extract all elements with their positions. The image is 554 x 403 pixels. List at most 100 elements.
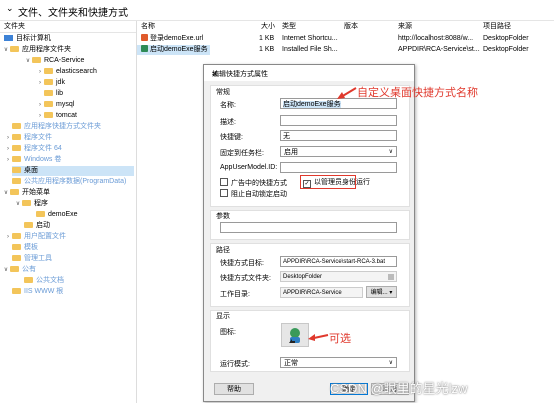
- folder-icon: [12, 178, 21, 184]
- file-name: 启动demoExe服务: [150, 46, 208, 53]
- file-path: DesktopFolder: [483, 35, 529, 42]
- chevron-down-icon[interactable]: ∨: [2, 188, 10, 198]
- params-label: 参数: [216, 213, 230, 220]
- edit-workdir-button[interactable]: 编辑... ▾: [366, 286, 397, 298]
- description-label: 描述:: [220, 119, 236, 126]
- column-header-source[interactable]: 来源: [398, 21, 412, 32]
- column-header-path[interactable]: 项目路径: [483, 21, 511, 32]
- section-header: ⌄ 文件、文件夹和快捷方式: [0, 0, 554, 21]
- workdir-field[interactable]: APPDIR\RCA-Service: [280, 287, 363, 298]
- chevron-down-icon: ▾: [389, 290, 393, 296]
- ad-shortcut-checkbox[interactable]: 广告中的快捷方式: [220, 178, 287, 188]
- folder-icon: [12, 167, 21, 173]
- tree-node-app-shortcut-folder[interactable]: 应用程序快捷方式文件夹: [12, 122, 101, 132]
- dialog-titlebar: 编辑快捷方式属性 ×: [204, 65, 414, 81]
- column-header-name[interactable]: 名称: [141, 21, 155, 32]
- tree-node-lib[interactable]: lib: [44, 89, 63, 99]
- table-row[interactable]: 启动demoExe服务: [137, 45, 210, 55]
- tree-node-program-files[interactable]: › 程序文件: [4, 133, 52, 143]
- computer-icon: [4, 35, 13, 41]
- tree-node-iis-root[interactable]: IIS WWW 根: [12, 287, 63, 297]
- workdir-label: 工作目录:: [220, 291, 250, 298]
- chevron-down-icon[interactable]: ∨: [24, 56, 32, 66]
- general-label: 常规: [216, 89, 230, 96]
- chevron-right-icon[interactable]: ›: [4, 144, 12, 154]
- icon-preview[interactable]: [281, 323, 309, 347]
- tree-node-user-profile[interactable]: › 用户配置文件: [4, 232, 66, 242]
- chevron-right-icon[interactable]: ›: [36, 111, 44, 121]
- tree-node-programdata[interactable]: 公共应用程序数据(ProgramData): [12, 177, 126, 187]
- folder-icon: [12, 156, 21, 162]
- tree-node-templates[interactable]: 模板: [12, 243, 38, 253]
- tree-node-startup[interactable]: 启动: [24, 221, 50, 231]
- annotation-custom-name: 自定义桌面快捷方式名称: [357, 87, 478, 99]
- highlight-box: [300, 175, 356, 189]
- folder-icon: [12, 145, 21, 151]
- chevron-down-icon[interactable]: ⌄: [6, 3, 14, 14]
- file-type: Installed File Sh...: [282, 46, 338, 53]
- tree-node-demoexe[interactable]: demoExe: [36, 210, 78, 220]
- chevron-down-icon[interactable]: ∨: [14, 199, 22, 209]
- tree-node-public-documents[interactable]: 公共文档: [24, 276, 64, 286]
- tree-node-rca-service[interactable]: ∨ RCA-Service: [24, 56, 84, 66]
- folder-icon: [44, 90, 53, 96]
- chevron-right-icon[interactable]: ›: [36, 67, 44, 77]
- tree-node-tomcat[interactable]: › tomcat: [36, 111, 77, 121]
- tree-node-admin-tools[interactable]: 管理工具: [12, 254, 52, 264]
- name-label: 名称:: [220, 102, 236, 109]
- table-row-details: 1 KB Installed File Sh... APPDIR\RCA-Ser…: [214, 45, 554, 55]
- column-header-type[interactable]: 类型: [282, 21, 296, 32]
- params-field[interactable]: [220, 222, 397, 233]
- table-row[interactable]: 登录demoExe.url 1 KB Internet Shortcu... h…: [137, 34, 554, 44]
- chevron-right-icon[interactable]: ›: [4, 133, 12, 143]
- checkbox-icon: [220, 178, 228, 186]
- shortcut-icon: [141, 45, 148, 52]
- chevron-right-icon[interactable]: ›: [36, 78, 44, 88]
- folder-icon: [12, 288, 21, 294]
- chevron-down-icon: ∨: [388, 360, 393, 366]
- chevron-right-icon[interactable]: ›: [4, 155, 12, 165]
- hotkey-field[interactable]: 无: [280, 130, 397, 141]
- file-source: APPDIR\RCA-Service\st...: [398, 46, 480, 53]
- folder-icon: [32, 57, 41, 63]
- run-mode-select[interactable]: 正常 ∨: [280, 357, 397, 368]
- close-icon[interactable]: ×: [212, 69, 408, 80]
- folder-icon: [44, 79, 53, 85]
- pin-taskbar-label: 固定到任务栏:: [220, 150, 264, 157]
- shortcut-folder-label: 快捷方式文件夹:: [220, 275, 271, 282]
- chevron-down-icon[interactable]: ∨: [2, 265, 10, 275]
- file-size: 1 KB: [259, 46, 275, 53]
- tree-node-desktop[interactable]: 桌面: [12, 166, 134, 176]
- shortcut-folder-field[interactable]: DesktopFolder: [280, 271, 397, 282]
- annotation-arrow-icon: [308, 334, 329, 341]
- file-name: 登录demoExe.url: [150, 35, 204, 42]
- tree-node-start-menu[interactable]: ∨ 开始菜单: [2, 188, 50, 198]
- hotkey-label: 快捷键:: [220, 134, 243, 141]
- chevron-right-icon[interactable]: ›: [4, 232, 12, 242]
- file-size: 1 KB: [259, 35, 275, 42]
- tree-node-app-folder[interactable]: ∨ 应用程序文件夹: [2, 45, 71, 55]
- tree-node-windows-volume[interactable]: › Windows 卷: [4, 155, 61, 165]
- chevron-right-icon[interactable]: ›: [36, 100, 44, 110]
- file-path: DesktopFolder: [483, 46, 529, 53]
- description-field[interactable]: [280, 115, 397, 126]
- tree-node-program-files-64[interactable]: › 程序文件 64: [4, 144, 62, 154]
- tree-node-elasticsearch[interactable]: › elasticsearch: [36, 67, 97, 77]
- tree-node-mysql[interactable]: › mysql: [36, 100, 74, 110]
- column-header-size[interactable]: 大小: [261, 21, 275, 32]
- column-header-version[interactable]: 版本: [344, 21, 358, 32]
- tree-node-public[interactable]: ∨ 公有: [2, 265, 36, 275]
- folder-tree: 文件夹 目标计算机 ∨ 应用程序文件夹 ∨ RCA-Service › elastic…: [0, 21, 137, 403]
- folder-icon: [44, 101, 53, 107]
- tree-node-jdk[interactable]: › jdk: [36, 78, 65, 88]
- tree-node-target-computer[interactable]: 目标计算机: [4, 34, 51, 44]
- block-autolock-checkbox[interactable]: 阻止自动锁定启动: [220, 189, 287, 199]
- chevron-down-icon[interactable]: ∨: [2, 45, 10, 55]
- target-field[interactable]: APPDIR\RCA-Service\start-RCA-3.bat: [280, 256, 397, 267]
- pin-taskbar-select[interactable]: 启用 ∨: [280, 146, 397, 157]
- browse-icon[interactable]: [388, 274, 394, 280]
- appid-field[interactable]: [280, 162, 397, 173]
- folder-icon: [12, 255, 21, 261]
- help-button[interactable]: 帮助: [214, 383, 254, 395]
- tree-node-programs[interactable]: ∨ 程序: [14, 199, 48, 209]
